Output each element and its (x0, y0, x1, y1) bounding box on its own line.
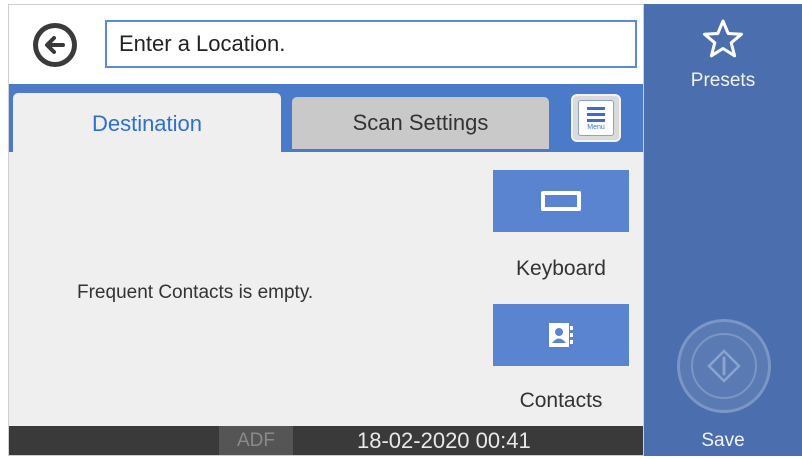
scan-source-indicator: ADF (219, 426, 293, 455)
main-panel: Destination Scan Settings Menu Frequent … (8, 4, 644, 456)
tab-bar: Destination Scan Settings Menu (9, 84, 643, 154)
menu-icon: Menu (578, 100, 614, 136)
tab-scan-settings-label: Scan Settings (352, 110, 489, 135)
start-icon (707, 349, 741, 383)
location-input[interactable] (105, 20, 637, 68)
status-bar: ADF 18-02-2020 00:41 (9, 426, 643, 455)
contacts-label: Contacts (519, 389, 603, 412)
presets-label: Presets (690, 70, 756, 91)
keyboard-icon (541, 191, 581, 211)
save-button[interactable]: Save (644, 430, 802, 452)
presets-button[interactable]: Presets (668, 10, 778, 100)
scan-to-email-screen: Destination Scan Settings Menu Frequent … (0, 0, 802, 459)
contact-card-icon (549, 323, 573, 347)
menu-button-label: Menu (587, 124, 605, 131)
back-button[interactable] (33, 23, 77, 67)
empty-contacts-message: Frequent Contacts is empty. (77, 282, 314, 303)
destination-content: Frequent Contacts is empty. Keyboard Con… (9, 152, 643, 426)
menu-button[interactable]: Menu (571, 94, 621, 142)
date-time: 18-02-2020 00:41 (357, 428, 531, 453)
start-button[interactable] (677, 319, 771, 413)
keyboard-button[interactable] (493, 170, 629, 232)
star-icon (703, 19, 743, 58)
tab-scan-settings[interactable]: Scan Settings (292, 97, 549, 149)
back-arrow-icon (38, 28, 72, 62)
tab-destination[interactable]: Destination (13, 93, 281, 154)
tab-destination-label: Destination (91, 110, 203, 136)
keyboard-label: Keyboard (516, 257, 606, 280)
contacts-button[interactable] (493, 304, 629, 366)
top-bar (9, 5, 643, 84)
side-panel: Presets Save (644, 4, 802, 456)
